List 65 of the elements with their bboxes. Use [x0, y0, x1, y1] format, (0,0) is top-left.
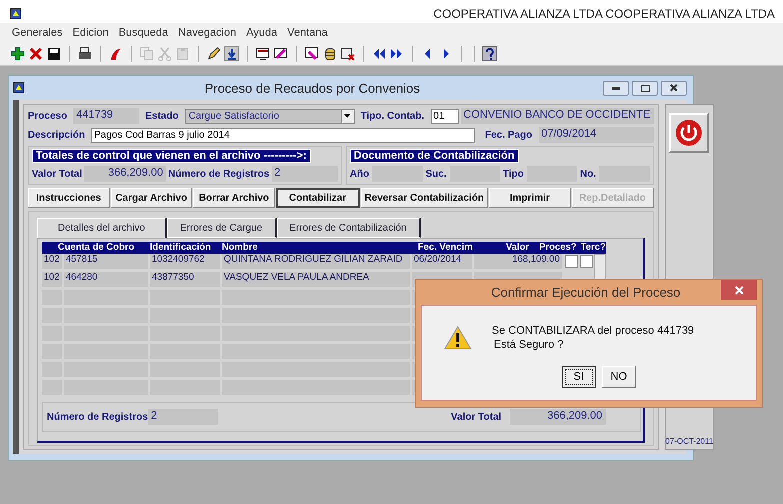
table-cell: 102 [42, 254, 64, 272]
column-header: Terc? [580, 242, 606, 254]
tab[interactable]: Errores de Cargue [167, 218, 277, 238]
dialog-message: Se CONTABILIZARA del proceso 441739 [492, 324, 694, 338]
table-cell: 1032409762 [150, 254, 222, 272]
valor-total-field: 366,209.00 [510, 409, 606, 425]
menu-item[interactable]: Navegacion [178, 27, 236, 39]
table-cell: 06/20/2014 [412, 254, 474, 272]
tipo-field[interactable]: 01 [430, 108, 459, 124]
fecha-pago-field: 07/09/2014 [538, 127, 654, 143]
dialog-title: Confirmar Ejecución del Proceso [490, 285, 682, 300]
field-label: Suc. [426, 168, 447, 180]
column-header: Valor [506, 242, 530, 254]
tab[interactable]: Errores de Contabilización [276, 218, 421, 238]
group-title: Documento de Contabilización [350, 149, 519, 163]
tab[interactable]: Detalles del archivo [37, 218, 168, 238]
column-header: Nombre [222, 242, 412, 254]
estado-dropdown[interactable]: Cargue Satisfactorio [184, 108, 355, 124]
group-title: Totales de control que vienen en el archivo --------->: [32, 149, 311, 163]
registros-field: 2 [148, 409, 218, 425]
field-label: Año [350, 168, 370, 180]
table-cell: VASQUEZ VELA PAULA ANDREA [222, 272, 412, 290]
dialog-question: Está Seguro ? [493, 338, 565, 352]
dialog-button[interactable]: NO [602, 366, 636, 388]
column-header: Fec. Vencim [412, 242, 474, 254]
menu-item[interactable]: Busqueda [118, 27, 168, 39]
proceso-field: 441739 [73, 108, 140, 124]
field-label: Tipo. Contab. [360, 110, 425, 122]
table-cell: 168,109.00 [474, 254, 564, 272]
menu-item[interactable]: Generales [12, 27, 63, 39]
column-header: Identificación [150, 242, 222, 254]
field-label: Tipo [503, 168, 524, 180]
column-header: Proces? [539, 242, 577, 254]
registros-field: 2 [272, 166, 338, 182]
table-cell: 102 [42, 272, 64, 290]
action-button[interactable]: Contabilizar [276, 188, 360, 208]
action-button[interactable]: Instrucciones [28, 188, 110, 208]
field-label: Valor Total [32, 168, 82, 180]
field-label: Descripción [28, 130, 86, 140]
action-button[interactable]: Reversar Contabilización [360, 188, 488, 208]
field-label: Número de Registros [47, 412, 148, 422]
field-label: Número de Registros [168, 168, 270, 180]
dialog-button[interactable]: SI [562, 366, 596, 388]
valor-total-field: 366,209.00 [84, 166, 166, 182]
date-label: 07-OCT-2011 [666, 437, 714, 446]
table-cell: 464280 [64, 272, 150, 290]
tipo-name-field: CONVENIO BANCO DE OCCIDENTE [460, 108, 654, 124]
field-label: Proceso [28, 110, 68, 122]
table-cell: 457815 [64, 254, 150, 272]
field-label: Valor Total [451, 412, 502, 422]
window-title: Proceso de Recaudos por Convenios [204, 80, 422, 96]
column-header: Cuenta de Cobro [42, 242, 150, 254]
menu-item[interactable]: Ventana [287, 27, 328, 39]
table-cell: 43877350 [150, 272, 222, 290]
field-label: Fec. Pago [485, 130, 532, 140]
field-label: No. [580, 168, 596, 180]
action-button[interactable]: Cargar Archivo [110, 188, 192, 208]
app-title: COOPERATIVA ALIANZA LTDA COOPERATIVA ALIANZA LTDA [434, 7, 775, 21]
field-label: Estado [145, 110, 179, 122]
menu-item[interactable]: Ayuda [246, 27, 278, 39]
descripcion-field[interactable]: Pagos Cod Barras 9 julio 2014 [91, 128, 476, 142]
table-cell: QUINTANA RODRIGUEZ GILIAN ZARAID [222, 254, 412, 272]
action-button[interactable]: Borrar Archivo [193, 188, 276, 208]
menu-item[interactable]: Edicion [72, 27, 109, 39]
action-button[interactable]: Imprimir [489, 188, 571, 208]
